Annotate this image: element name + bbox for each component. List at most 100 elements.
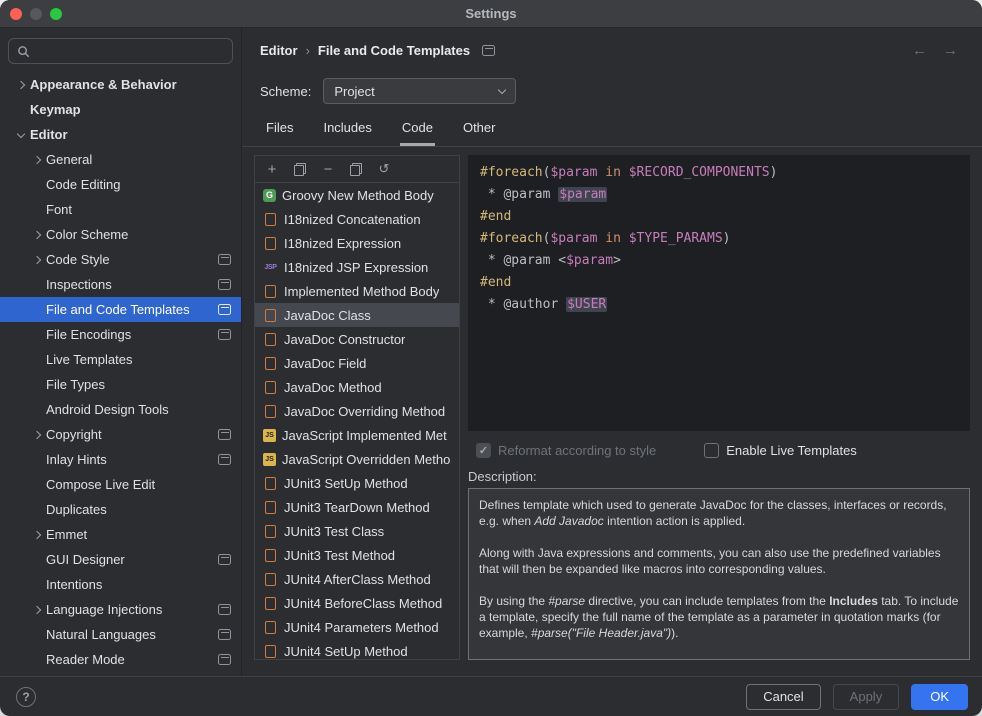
template-item-javadoc-class[interactable]: JavaDoc Class bbox=[255, 303, 459, 327]
template-editor[interactable]: #foreach($param in $RECORD_COMPONENTS) *… bbox=[468, 155, 970, 431]
chevron-right-icon bbox=[33, 430, 41, 438]
traffic-lights bbox=[10, 8, 62, 20]
tab-files[interactable]: Files bbox=[264, 120, 295, 146]
sidebar-item-intentions[interactable]: Intentions bbox=[0, 572, 241, 597]
settings-search-input[interactable] bbox=[36, 44, 224, 59]
tree-toggle[interactable] bbox=[28, 147, 46, 172]
template-item-javascript-implemented-met[interactable]: JSJavaScript Implemented Met bbox=[255, 423, 459, 447]
sidebar-item-general[interactable]: General bbox=[0, 147, 241, 172]
copy-icon[interactable] bbox=[289, 159, 311, 179]
chevron-down-icon bbox=[17, 129, 25, 137]
tree-toggle[interactable] bbox=[28, 422, 46, 447]
description-label: Description: bbox=[468, 469, 970, 484]
sidebar-item-color-scheme[interactable]: Color Scheme bbox=[0, 222, 241, 247]
template-file-icon bbox=[263, 644, 278, 658]
template-item-junit4-setup-method[interactable]: JUnit4 SetUp Method bbox=[255, 639, 459, 659]
apply-button[interactable]: Apply bbox=[833, 684, 900, 710]
sidebar-item-appearance-behavior[interactable]: Appearance & Behavior bbox=[0, 72, 241, 97]
sidebar-item-android-design-tools[interactable]: Android Design Tools bbox=[0, 397, 241, 422]
template-item-javadoc-method[interactable]: JavaDoc Method bbox=[255, 375, 459, 399]
screen-icon bbox=[218, 429, 231, 440]
zoom-window-button[interactable] bbox=[50, 8, 62, 20]
sidebar-item-label: GUI Designer bbox=[46, 552, 125, 567]
scheme-value: Project bbox=[334, 84, 374, 99]
revert-icon[interactable] bbox=[373, 159, 395, 179]
template-item-junit3-setup-method[interactable]: JUnit3 SetUp Method bbox=[255, 471, 459, 495]
sidebar-item-code-editing[interactable]: Code Editing bbox=[0, 172, 241, 197]
sidebar-item-live-templates[interactable]: Live Templates bbox=[0, 347, 241, 372]
sidebar-item-gui-designer[interactable]: GUI Designer bbox=[0, 547, 241, 572]
template-file-icon bbox=[263, 308, 278, 322]
template-item-i18nized-expression[interactable]: I18nized Expression bbox=[255, 231, 459, 255]
enable-live-templates-checkbox[interactable]: Enable Live Templates bbox=[704, 443, 857, 458]
sidebar-item-font[interactable]: Font bbox=[0, 197, 241, 222]
tree-toggle[interactable] bbox=[28, 597, 46, 622]
template-item-junit4-parameters-method[interactable]: JUnit4 Parameters Method bbox=[255, 615, 459, 639]
sidebar-item-emmet[interactable]: Emmet bbox=[0, 522, 241, 547]
template-item-javadoc-constructor[interactable]: JavaDoc Constructor bbox=[255, 327, 459, 351]
settings-search-box[interactable] bbox=[8, 38, 233, 64]
sidebar-item-editor[interactable]: Editor bbox=[0, 122, 241, 147]
template-file-icon bbox=[263, 524, 278, 538]
reformat-checkbox[interactable]: Reformat according to style bbox=[476, 443, 656, 458]
sidebar-item-file-encodings[interactable]: File Encodings bbox=[0, 322, 241, 347]
code-line: * @param <$param> bbox=[480, 250, 958, 272]
close-window-button[interactable] bbox=[10, 8, 22, 20]
scheme-select[interactable]: Project bbox=[323, 78, 516, 104]
remove-icon[interactable] bbox=[317, 159, 339, 179]
tab-other[interactable]: Other bbox=[461, 120, 498, 146]
tree-toggle[interactable] bbox=[12, 122, 30, 147]
breadcrumb-item-editor[interactable]: Editor bbox=[260, 43, 298, 58]
template-item-junit4-afterclass-method[interactable]: JUnit4 AfterClass Method bbox=[255, 567, 459, 591]
tree-toggle[interactable] bbox=[28, 522, 46, 547]
template-item-junit4-beforeclass-method[interactable]: JUnit4 BeforeClass Method bbox=[255, 591, 459, 615]
forward-button[interactable]: → bbox=[943, 42, 958, 59]
sidebar-item-code-style[interactable]: Code Style bbox=[0, 247, 241, 272]
template-file-icon bbox=[263, 620, 278, 634]
tree-toggle[interactable] bbox=[28, 222, 46, 247]
template-item-javascript-overridden-metho[interactable]: JSJavaScript Overridden Metho bbox=[255, 447, 459, 471]
tree-toggle[interactable] bbox=[12, 72, 30, 97]
scheme-row: Scheme: Project bbox=[242, 72, 982, 110]
help-button[interactable]: ? bbox=[16, 687, 36, 707]
sidebar-item-duplicates[interactable]: Duplicates bbox=[0, 497, 241, 522]
breadcrumb: Editor › File and Code Templates ← → bbox=[242, 28, 982, 72]
add-icon[interactable] bbox=[261, 159, 283, 179]
description-paragraph: Along with Java expressions and comments… bbox=[479, 545, 959, 577]
back-button[interactable]: ← bbox=[912, 42, 927, 59]
tab-includes[interactable]: Includes bbox=[321, 120, 373, 146]
code-line: #foreach($param in $TYPE_PARAMS) bbox=[480, 228, 958, 250]
template-item-javadoc-field[interactable]: JavaDoc Field bbox=[255, 351, 459, 375]
sidebar-item-copyright[interactable]: Copyright bbox=[0, 422, 241, 447]
search-icon bbox=[17, 45, 30, 58]
sidebar-item-compose-live-edit[interactable]: Compose Live Edit bbox=[0, 472, 241, 497]
sidebar-item-natural-languages[interactable]: Natural Languages bbox=[0, 622, 241, 647]
enable-live-templates-label: Enable Live Templates bbox=[726, 443, 857, 458]
template-item-groovy-new-method-body[interactable]: GGroovy New Method Body bbox=[255, 183, 459, 207]
tree-indent bbox=[28, 297, 46, 322]
template-item-junit3-test-class[interactable]: JUnit3 Test Class bbox=[255, 519, 459, 543]
template-item-javadoc-overriding-method[interactable]: JavaDoc Overriding Method bbox=[255, 399, 459, 423]
sidebar-item-file-and-code-templates[interactable]: File and Code Templates bbox=[0, 297, 241, 322]
sidebar-item-reader-mode[interactable]: Reader Mode bbox=[0, 647, 241, 672]
sidebar-item-language-injections[interactable]: Language Injections bbox=[0, 597, 241, 622]
ok-button[interactable]: OK bbox=[911, 684, 968, 710]
template-item-junit3-teardown-method[interactable]: JUnit3 TearDown Method bbox=[255, 495, 459, 519]
duplicate-icon[interactable] bbox=[345, 159, 367, 179]
tab-code[interactable]: Code bbox=[400, 120, 435, 146]
sidebar-item-file-types[interactable]: File Types bbox=[0, 372, 241, 397]
template-item-junit3-test-method[interactable]: JUnit3 Test Method bbox=[255, 543, 459, 567]
sidebar-item-label: Code Style bbox=[46, 252, 110, 267]
sidebar-item-inspections[interactable]: Inspections bbox=[0, 272, 241, 297]
sidebar-item-inlay-hints[interactable]: Inlay Hints bbox=[0, 447, 241, 472]
history-nav: ← → bbox=[912, 42, 964, 59]
description-box: Defines template which used to generate … bbox=[468, 488, 970, 660]
template-tabs: Files Includes Code Other bbox=[242, 110, 982, 147]
tree-toggle[interactable] bbox=[28, 247, 46, 272]
sidebar-item-keymap[interactable]: Keymap bbox=[0, 97, 241, 122]
cancel-button[interactable]: Cancel bbox=[746, 684, 820, 710]
template-item-i18nized-jsp-expression[interactable]: JSPI18nized JSP Expression bbox=[255, 255, 459, 279]
sidebar-item-label: Color Scheme bbox=[46, 227, 128, 242]
template-item-i18nized-concatenation[interactable]: I18nized Concatenation bbox=[255, 207, 459, 231]
template-item-implemented-method-body[interactable]: Implemented Method Body bbox=[255, 279, 459, 303]
